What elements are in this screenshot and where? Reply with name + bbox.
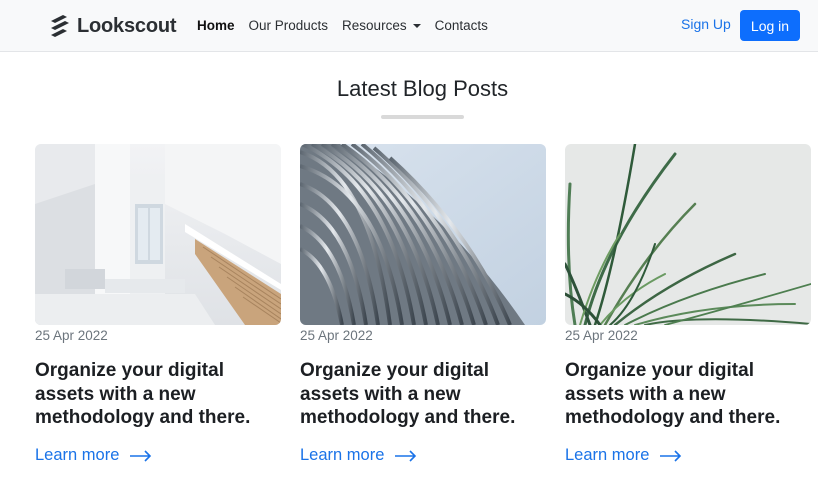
nav-resources-label: Resources: [342, 17, 407, 33]
green-plant-leaves-image: [565, 144, 811, 325]
blog-card-image[interactable]: [300, 144, 546, 325]
log-in-button[interactable]: Log in: [740, 10, 800, 41]
learn-more-label: Learn more: [35, 446, 120, 464]
blog-card: 25 Apr 2022 Organize your digital assets…: [300, 144, 546, 464]
learn-more-link[interactable]: Learn more: [300, 446, 417, 465]
sign-up-link[interactable]: Sign Up: [681, 16, 731, 32]
blog-card-image[interactable]: [35, 144, 281, 325]
post-date: 25 Apr 2022: [300, 328, 373, 343]
arrow-right-icon: [395, 449, 417, 462]
learn-more-label: Learn more: [565, 446, 650, 464]
brand-logo[interactable]: Lookscout: [48, 13, 177, 39]
main-nav: Home Our Products Resources Contacts: [197, 16, 502, 34]
post-title[interactable]: Organize your digital assets with a new …: [35, 359, 285, 430]
nav-resources-dropdown[interactable]: Resources: [342, 18, 421, 33]
caret-down-icon: [412, 23, 421, 28]
title-underline: [381, 115, 464, 119]
nav-home[interactable]: Home: [197, 18, 235, 33]
white-staircase-interior-image: [35, 144, 281, 325]
arrow-right-icon: [660, 449, 682, 462]
learn-more-label: Learn more: [300, 446, 385, 464]
post-title[interactable]: Organize your digital assets with a new …: [300, 359, 550, 430]
layers-logo-icon: [51, 15, 69, 37]
learn-more-link[interactable]: Learn more: [35, 446, 152, 465]
blog-card: 25 Apr 2022 Organize your digital assets…: [565, 144, 811, 464]
post-date: 25 Apr 2022: [35, 328, 108, 343]
arrow-right-icon: [130, 449, 152, 462]
section-title: Latest Blog Posts: [336, 76, 509, 101]
post-title[interactable]: Organize your digital assets with a new …: [565, 359, 815, 430]
post-date: 25 Apr 2022: [565, 328, 638, 343]
blog-card-image[interactable]: [565, 144, 811, 325]
blog-card: 25 Apr 2022 Organize your digital assets…: [35, 144, 281, 464]
brand-name: Lookscout: [77, 14, 177, 37]
navbar: Lookscout Home Our Products Resources Co…: [0, 0, 818, 52]
nav-contacts[interactable]: Contacts: [435, 18, 488, 33]
learn-more-link[interactable]: Learn more: [565, 446, 682, 465]
curved-metal-facade-image: [300, 144, 546, 325]
nav-our-products[interactable]: Our Products: [249, 18, 329, 33]
